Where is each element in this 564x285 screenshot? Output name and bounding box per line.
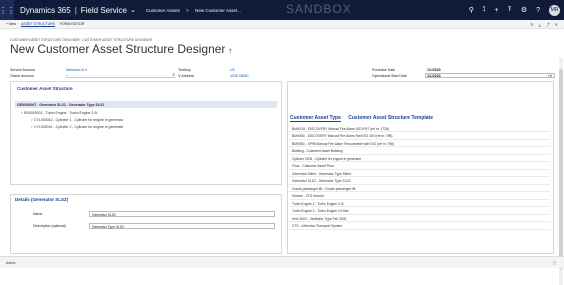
asset-type-list: BMAX15 - DISCOVERY Manual Fire Alarm ISO… xyxy=(287,125,554,235)
asset-type-item[interactable]: Floor - Customer Asset Floor xyxy=(289,163,550,170)
app-name: Dynamics 365 xyxy=(20,5,71,15)
bell-icon[interactable]: ⟟ xyxy=(483,6,486,14)
status-bar: Active ▢ xyxy=(0,256,564,268)
territory-label: Territory xyxy=(178,68,191,72)
asset-type-item[interactable]: Building - Customer Asset Building xyxy=(289,148,550,155)
asset-type-item[interactable]: Goods passenger lift - Goods passenger l… xyxy=(289,185,550,192)
structure-panel: Customer Asset Structure GEN000067 - Gen… xyxy=(10,81,282,185)
filter-icon[interactable]: ⍒ xyxy=(508,6,512,14)
details-panel: Details (Generator SLS2) Name Generator … xyxy=(10,194,282,254)
name-input[interactable]: Generator SLS2 xyxy=(89,211,275,217)
operational-start-label: Operational Start Date xyxy=(372,74,407,78)
close-icon[interactable]: ✕ xyxy=(555,22,558,27)
app-launcher-icon[interactable]: ⋮⋮ xyxy=(0,0,15,20)
command-right-icons: ↻ ⤓ ⤴ ✕ xyxy=(531,20,559,29)
command-bar: + New ASSET STRUCTURE FORM EDITOR xyxy=(0,20,564,29)
page-title: New Customer Asset Structure Designer ⍒ xyxy=(10,42,232,56)
top-breadcrumb: Customer Assets > New Customer Asset... xyxy=(145,7,241,13)
page-title-text: New Customer Asset Structure Designer xyxy=(10,42,226,56)
new-button[interactable]: + New xyxy=(6,22,16,26)
environment-label: SANDBOX xyxy=(286,2,352,16)
tab-customer-asset-structure-template[interactable]: Customer Asset Structure Template xyxy=(348,115,433,121)
asset-type-item[interactable]: Generator Silent - Generator Type Silent xyxy=(289,170,550,177)
address-value[interactable]: 4235 98650 xyxy=(230,74,249,78)
status-text: Active xyxy=(6,260,16,265)
address-label-text: Address xyxy=(181,74,195,78)
asset-type-item[interactable]: XTS - eXtended Transport System xyxy=(289,223,550,230)
save-icon[interactable]: ▢ xyxy=(553,261,556,265)
tree-node-cylinder-2-label: CYL000041 - Cylinder 2 - Cylinder for en… xyxy=(34,125,124,129)
tree-node-engine-label: EN0000002 - Turbo Engine - Turbo Engine … xyxy=(24,111,99,115)
top-icons: ⚲ ⟟ + ⍒ ⚙ ? MR xyxy=(469,0,560,20)
name-label: Name xyxy=(33,212,43,216)
crumb-new-customer-asset[interactable]: New Customer Asset... xyxy=(195,8,241,13)
tab-customer-asset-type[interactable]: Customer Asset Type xyxy=(290,115,341,122)
description-label: Description (optional) xyxy=(33,224,67,228)
asset-type-item[interactable]: Generator SLS2 - Generator Type SLS2 xyxy=(289,178,550,185)
operational-start-field[interactable]: 1/1/2018 Hr xyxy=(425,73,555,78)
right-tabs: Customer Asset Type Customer Asset Struc… xyxy=(290,115,433,122)
refresh-icon[interactable]: ↻ xyxy=(531,22,534,27)
territory-value[interactable]: US xyxy=(230,68,235,72)
details-title: Details (Generator SLS2) xyxy=(15,197,69,202)
module-name[interactable]: Field Service xyxy=(81,6,127,15)
asset-type-item[interactable]: Turbo Engine 2 - Turbo Engine 2.0L xyxy=(289,200,550,207)
avatar[interactable]: MR xyxy=(549,4,560,16)
owner-account-value: -- xyxy=(66,73,69,77)
download-icon[interactable]: ⤓ xyxy=(539,22,541,27)
asset-type-item[interactable]: BMAX15 - DISCOVERY Manual Fire Alarm ISO… xyxy=(289,125,550,132)
scrollbar-thumb[interactable] xyxy=(559,69,563,269)
asset-structure-button[interactable]: ASSET STRUCTURE xyxy=(21,22,55,27)
asset-type-item[interactable]: Movers - XTS Movers xyxy=(289,193,550,200)
tree-node-cylinder-2[interactable]: ⌐ CYL000041 - Cylinder 2 - Cylinder for … xyxy=(31,125,124,129)
asset-type-item[interactable]: Turbo Engine 3 - Turbo Engine 3.0 liter xyxy=(289,208,550,215)
crumb-customer-assets[interactable]: Customer Assets xyxy=(146,8,180,13)
owner-account-field[interactable]: -- ⚲ xyxy=(66,73,176,78)
tree-node-generator[interactable]: GEN000067 - Generator SLS2 - Generator T… xyxy=(15,101,277,108)
service-account-label: Service Account xyxy=(10,68,36,72)
purchase-date-value[interactable]: 1/1/2018 xyxy=(427,68,441,72)
operational-start-value: 1/1/2018 xyxy=(427,74,441,78)
owner-account-label: Owner Account xyxy=(10,74,34,78)
lookup-search-icon[interactable]: ⚲ xyxy=(172,73,175,77)
help-icon[interactable]: ? xyxy=(536,7,540,14)
chevron-down-icon[interactable]: ⌄ xyxy=(130,6,136,14)
search-icon[interactable]: ⚲ xyxy=(469,6,474,14)
description-input[interactable]: Generator Type SLS2 xyxy=(89,223,275,229)
share-icon[interactable]: ⤴ xyxy=(546,22,550,28)
asset-type-item[interactable]: Vent 3000 - Ventilator Type Fan 3000 xyxy=(289,215,550,222)
tree-node-cylinder-1-label: CYL000042 - Cylinder 1 - Cylinder for en… xyxy=(34,118,124,122)
view-filter-icon[interactable]: ⍒ xyxy=(228,49,232,55)
tree-node-cylinder-1[interactable]: ⌐ CYL000042 - Cylinder 1 - Cylinder for … xyxy=(31,118,124,122)
structure-title: Customer Asset Structure xyxy=(17,86,73,91)
add-icon[interactable]: + xyxy=(495,7,499,14)
brand[interactable]: Dynamics 365 | xyxy=(20,6,81,15)
main-area: CUSTOMER ASSET STRUCTURE DESIGNER : CUST… xyxy=(0,29,564,285)
tree-node-engine[interactable]: ⌐ EN0000002 - Turbo Engine - Turbo Engin… xyxy=(21,111,98,115)
asset-type-item[interactable]: BMX550 - XP95 Manual Fire Alarm Recovera… xyxy=(289,140,550,147)
purchase-date-label: Purchase Date xyxy=(372,68,396,72)
form-editor-button[interactable]: FORM EDITOR xyxy=(60,22,84,26)
address-label: ⚲ Address xyxy=(178,74,194,78)
top-bar: ⋮⋮ Dynamics 365 | Field Service ⌄ Custome… xyxy=(0,0,564,20)
asset-type-item[interactable]: Cylinder GEN - Cylinder for engine in ge… xyxy=(289,155,550,162)
service-account-value[interactable]: Networks B.V. xyxy=(66,68,88,72)
settings-icon[interactable]: ⚙ xyxy=(521,6,527,14)
asset-type-item[interactable]: BMX550 - DISCOVERY Manual Fire Alarm Red… xyxy=(289,133,550,140)
time-value: Hr xyxy=(548,74,552,78)
